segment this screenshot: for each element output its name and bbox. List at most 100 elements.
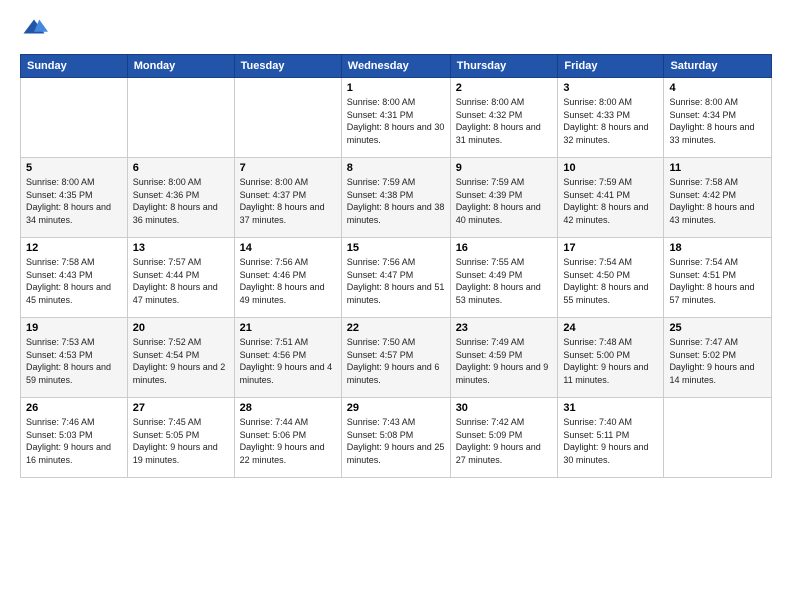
calendar-cell: 27 Sunrise: 7:45 AMSunset: 5:05 PMDayligh… — [127, 398, 234, 478]
day-info: Sunrise: 7:54 AMSunset: 4:51 PMDaylight:… — [669, 256, 766, 306]
day-info: Sunrise: 7:57 AMSunset: 4:44 PMDaylight:… — [133, 256, 229, 306]
calendar: SundayMondayTuesdayWednesdayThursdayFrid… — [20, 54, 772, 478]
calendar-cell: 30 Sunrise: 7:42 AMSunset: 5:09 PMDayligh… — [450, 398, 558, 478]
day-number: 8 — [347, 162, 445, 174]
calendar-cell: 15Sunrise: 7:56 AMSunset: 4:47 PMDayligh… — [341, 238, 450, 318]
day-info: Sunrise: 8:00 AMSunset: 4:32 PMDaylight:… — [456, 96, 553, 146]
week-row-5: 26 Sunrise: 7:46 AMSunset: 5:03 PMDayligh… — [21, 398, 772, 478]
week-row-2: 5 Sunrise: 8:00 AMSunset: 4:35 PMDaylight… — [21, 158, 772, 238]
day-info: Sunrise: 7:45 AMSunset: 5:05 PMDaylight:… — [133, 416, 229, 466]
day-number: 20 — [133, 322, 229, 334]
day-info: Sunrise: 8:00 AMSunset: 4:33 PMDaylight:… — [563, 96, 658, 146]
day-info: Sunrise: 7:52 AMSunset: 4:54 PMDaylight:… — [133, 336, 229, 386]
day-number: 23 — [456, 322, 553, 334]
day-number: 18 — [669, 242, 766, 254]
day-number: 12 — [26, 242, 122, 254]
day-number: 28 — [240, 402, 336, 414]
calendar-cell: 20 Sunrise: 7:52 AMSunset: 4:54 PMDayligh… — [127, 318, 234, 398]
day-info: Sunrise: 7:56 AMSunset: 4:46 PMDaylight:… — [240, 256, 336, 306]
calendar-cell: 17Sunrise: 7:54 AMSunset: 4:50 PMDayligh… — [558, 238, 664, 318]
day-info: Sunrise: 8:00 AMSunset: 4:31 PMDaylight:… — [347, 96, 445, 146]
calendar-cell — [234, 78, 341, 158]
day-number: 3 — [563, 82, 658, 94]
logo-icon — [20, 16, 48, 44]
logo — [20, 16, 52, 44]
calendar-cell: 22 Sunrise: 7:50 AMSunset: 4:57 PMDayligh… — [341, 318, 450, 398]
day-info: Sunrise: 7:44 AMSunset: 5:06 PMDaylight:… — [240, 416, 336, 466]
calendar-cell: 4 Sunrise: 8:00 AMSunset: 4:34 PMDaylight… — [664, 78, 772, 158]
calendar-cell: 7 Sunrise: 8:00 AMSunset: 4:37 PMDaylight… — [234, 158, 341, 238]
day-header-sunday: Sunday — [21, 55, 128, 78]
day-number: 29 — [347, 402, 445, 414]
day-info: Sunrise: 7:50 AMSunset: 4:57 PMDaylight:… — [347, 336, 445, 386]
day-info: Sunrise: 7:55 AMSunset: 4:49 PMDaylight:… — [456, 256, 553, 306]
calendar-cell: 5 Sunrise: 8:00 AMSunset: 4:35 PMDaylight… — [21, 158, 128, 238]
calendar-cell — [664, 398, 772, 478]
day-info: Sunrise: 7:48 AMSunset: 5:00 PMDaylight:… — [563, 336, 658, 386]
day-number: 1 — [347, 82, 445, 94]
day-number: 26 — [26, 402, 122, 414]
calendar-cell: 14Sunrise: 7:56 AMSunset: 4:46 PMDayligh… — [234, 238, 341, 318]
calendar-cell: 10Sunrise: 7:59 AMSunset: 4:41 PMDayligh… — [558, 158, 664, 238]
day-info: Sunrise: 7:59 AMSunset: 4:39 PMDaylight:… — [456, 176, 553, 226]
day-info: Sunrise: 7:58 AMSunset: 4:43 PMDaylight:… — [26, 256, 122, 306]
day-number: 19 — [26, 322, 122, 334]
day-info: Sunrise: 7:51 AMSunset: 4:56 PMDaylight:… — [240, 336, 336, 386]
calendar-cell: 2Sunrise: 8:00 AMSunset: 4:32 PMDaylight… — [450, 78, 558, 158]
calendar-cell: 6Sunrise: 8:00 AMSunset: 4:36 PMDaylight… — [127, 158, 234, 238]
calendar-cell: 25 Sunrise: 7:47 AMSunset: 5:02 PMDayligh… — [664, 318, 772, 398]
day-info: Sunrise: 7:47 AMSunset: 5:02 PMDaylight:… — [669, 336, 766, 386]
calendar-cell: 28 Sunrise: 7:44 AMSunset: 5:06 PMDayligh… — [234, 398, 341, 478]
calendar-cell: 1 Sunrise: 8:00 AMSunset: 4:31 PMDaylight… — [341, 78, 450, 158]
day-header-tuesday: Tuesday — [234, 55, 341, 78]
calendar-cell: 11Sunrise: 7:58 AMSunset: 4:42 PMDayligh… — [664, 158, 772, 238]
calendar-cell: 23 Sunrise: 7:49 AMSunset: 4:59 PMDayligh… — [450, 318, 558, 398]
day-number: 31 — [563, 402, 658, 414]
calendar-cell — [127, 78, 234, 158]
week-row-3: 12 Sunrise: 7:58 AMSunset: 4:43 PMDayligh… — [21, 238, 772, 318]
day-header-monday: Monday — [127, 55, 234, 78]
calendar-cell — [21, 78, 128, 158]
calendar-cell: 26 Sunrise: 7:46 AMSunset: 5:03 PMDayligh… — [21, 398, 128, 478]
calendar-cell: 12 Sunrise: 7:58 AMSunset: 4:43 PMDayligh… — [21, 238, 128, 318]
day-number: 21 — [240, 322, 336, 334]
day-number: 16 — [456, 242, 553, 254]
day-number: 4 — [669, 82, 766, 94]
day-number: 13 — [133, 242, 229, 254]
day-number: 17 — [563, 242, 658, 254]
day-info: Sunrise: 7:49 AMSunset: 4:59 PMDaylight:… — [456, 336, 553, 386]
calendar-cell: 29 Sunrise: 7:43 AMSunset: 5:08 PMDayligh… — [341, 398, 450, 478]
day-number: 27 — [133, 402, 229, 414]
day-info: Sunrise: 7:59 AMSunset: 4:38 PMDaylight:… — [347, 176, 445, 226]
day-number: 25 — [669, 322, 766, 334]
day-number: 15 — [347, 242, 445, 254]
day-info: Sunrise: 7:46 AMSunset: 5:03 PMDaylight:… — [26, 416, 122, 466]
day-info: Sunrise: 7:43 AMSunset: 5:08 PMDaylight:… — [347, 416, 445, 466]
day-number: 5 — [26, 162, 122, 174]
calendar-cell: 31 Sunrise: 7:40 AMSunset: 5:11 PMDayligh… — [558, 398, 664, 478]
day-number: 24 — [563, 322, 658, 334]
week-row-4: 19Sunrise: 7:53 AMSunset: 4:53 PMDayligh… — [21, 318, 772, 398]
day-number: 30 — [456, 402, 553, 414]
calendar-cell: 19Sunrise: 7:53 AMSunset: 4:53 PMDayligh… — [21, 318, 128, 398]
calendar-cell: 3 Sunrise: 8:00 AMSunset: 4:33 PMDaylight… — [558, 78, 664, 158]
day-info: Sunrise: 8:00 AMSunset: 4:35 PMDaylight:… — [26, 176, 122, 226]
header — [20, 16, 772, 44]
day-info: Sunrise: 7:40 AMSunset: 5:11 PMDaylight:… — [563, 416, 658, 466]
calendar-cell: 18 Sunrise: 7:54 AMSunset: 4:51 PMDayligh… — [664, 238, 772, 318]
week-row-1: 1 Sunrise: 8:00 AMSunset: 4:31 PMDaylight… — [21, 78, 772, 158]
day-info: Sunrise: 8:00 AMSunset: 4:36 PMDaylight:… — [133, 176, 229, 226]
calendar-cell: 8 Sunrise: 7:59 AMSunset: 4:38 PMDaylight… — [341, 158, 450, 238]
day-info: Sunrise: 7:59 AMSunset: 4:41 PMDaylight:… — [563, 176, 658, 226]
day-header-saturday: Saturday — [664, 55, 772, 78]
calendar-cell: 21 Sunrise: 7:51 AMSunset: 4:56 PMDayligh… — [234, 318, 341, 398]
page: SundayMondayTuesdayWednesdayThursdayFrid… — [0, 0, 792, 612]
day-info: Sunrise: 8:00 AMSunset: 4:37 PMDaylight:… — [240, 176, 336, 226]
day-number: 11 — [669, 162, 766, 174]
day-number: 22 — [347, 322, 445, 334]
day-number: 9 — [456, 162, 553, 174]
day-number: 7 — [240, 162, 336, 174]
day-info: Sunrise: 8:00 AMSunset: 4:34 PMDaylight:… — [669, 96, 766, 146]
day-header-friday: Friday — [558, 55, 664, 78]
day-info: Sunrise: 7:42 AMSunset: 5:09 PMDaylight:… — [456, 416, 553, 466]
